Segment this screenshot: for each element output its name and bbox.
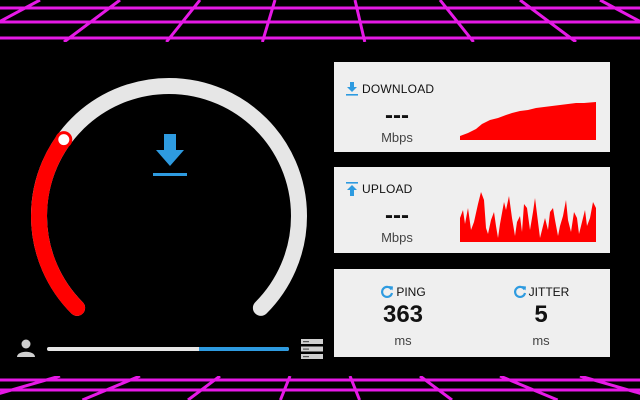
upload-value: ---: [385, 202, 409, 229]
download-card: DOWNLOAD --- Mbps: [334, 62, 610, 152]
refresh-icon: [381, 285, 394, 298]
ping-jitter-card: PING 363 ms JITTER 5 ms: [334, 269, 610, 357]
progress-fill: [199, 347, 289, 351]
ping-metric: PING 363 ms: [334, 269, 472, 357]
server-icon: [301, 339, 323, 359]
download-arrow-icon: [153, 134, 187, 176]
jitter-unit: ms: [532, 333, 550, 348]
gauge-knob: [55, 131, 73, 149]
refresh-icon: [513, 285, 526, 298]
upload-unit: Mbps: [381, 230, 413, 245]
upload-graph-area: [460, 192, 596, 242]
speed-gauge: [31, 78, 307, 316]
jitter-value: 5: [534, 301, 548, 328]
gauge-active-arc: [31, 131, 86, 316]
ping-unit: ms: [394, 333, 412, 348]
grid-decoration-top: [0, 0, 640, 42]
download-value: ---: [385, 102, 409, 129]
upload-label: UPLOAD: [362, 182, 413, 196]
gauge-track: [31, 78, 307, 316]
jitter-metric: JITTER 5 ms: [472, 269, 610, 357]
user-icon: [17, 339, 35, 357]
ping-header: PING: [334, 285, 472, 299]
progress-track: [47, 347, 289, 351]
upload-arrow-icon: [346, 182, 358, 196]
download-speed-graph: [460, 102, 596, 140]
jitter-label: JITTER: [528, 285, 570, 299]
jitter-header: JITTER: [472, 285, 610, 299]
upload-header: UPLOAD: [346, 182, 413, 196]
ping-value: 363: [382, 301, 424, 328]
download-graph-area: [460, 102, 596, 140]
grid-decoration-bottom: [0, 376, 640, 400]
download-header: DOWNLOAD: [346, 82, 434, 96]
upload-card: UPLOAD --- Mbps: [334, 167, 610, 253]
download-arrow-icon: [346, 82, 358, 96]
ping-label: PING: [396, 285, 426, 299]
upload-speed-graph: [460, 192, 596, 242]
download-label: DOWNLOAD: [362, 82, 435, 96]
download-unit: Mbps: [381, 130, 413, 145]
test-progress: [14, 336, 326, 360]
